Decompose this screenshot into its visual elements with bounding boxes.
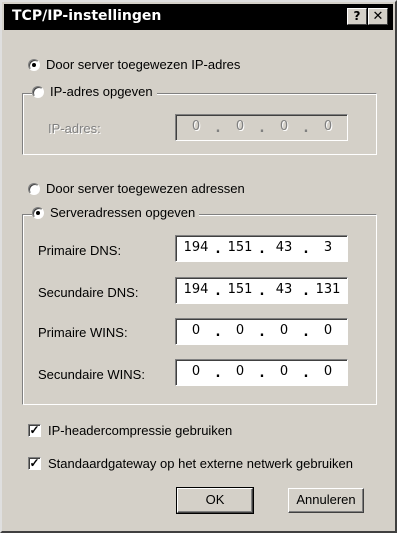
ip-address-label: IP-adres: xyxy=(48,121,101,136)
header-compression-label: IP-headercompressie gebruiken xyxy=(48,423,233,438)
primary-wins-octet-3: 0 xyxy=(279,323,289,338)
secondary-wins-octet-2: 0 xyxy=(235,364,245,379)
primary-dns-octet-3: 43 xyxy=(275,240,293,255)
radio-specify-ip[interactable]: IP-adres opgeven xyxy=(32,84,157,99)
checkmark-icon: ✓ xyxy=(29,423,40,437)
secondary-wins-octet-3: 0 xyxy=(279,364,289,379)
primary-wins-octet-4: 0 xyxy=(323,323,333,338)
secondary-wins-field[interactable]: 0 . 0 . 0 . 0 xyxy=(175,359,348,386)
secondary-dns-octet-4: 131 xyxy=(315,282,341,297)
window-title: TCP/IP-instellingen xyxy=(12,8,162,24)
ip-octet-4: 0 xyxy=(323,119,333,134)
primary-wins-octet-1: 0 xyxy=(191,323,201,338)
secondary-wins-octet-4: 0 xyxy=(323,364,333,379)
default-gateway-checkbox[interactable]: ✓ xyxy=(28,457,41,470)
radio-specify-servers[interactable]: Serveradressen opgeven xyxy=(32,205,200,220)
secondary-dns-label: Secundaire DNS: xyxy=(38,285,139,300)
secondary-wins-label: Secundaire WINS: xyxy=(38,367,145,382)
ip-octet-2: 0 xyxy=(235,119,245,134)
secondary-dns-octet-1: 194 xyxy=(183,282,209,297)
radio-specify-servers-label: Serveradressen opgeven xyxy=(50,205,196,220)
secondary-dns-octet-3: 43 xyxy=(275,282,293,297)
checkmark-icon: ✓ xyxy=(29,456,40,470)
radio-server-assigned-ip[interactable]: Door server toegewezen IP-adres xyxy=(28,57,245,72)
secondary-wins-octet-1: 0 xyxy=(191,364,201,379)
help-icon: ? xyxy=(353,9,361,23)
radio-button-checked[interactable] xyxy=(28,58,40,71)
radio-specify-ip-label: IP-adres opgeven xyxy=(50,84,153,99)
header-compression-checkbox-row[interactable]: ✓ IP-headercompressie gebruiken xyxy=(28,423,237,438)
primary-wins-label: Primaire WINS: xyxy=(38,325,128,340)
close-button[interactable]: ✕ xyxy=(368,8,388,25)
radio-server-assigned-dns-label: Door server toegewezen adressen xyxy=(46,181,245,196)
secondary-dns-field[interactable]: 194 . 151 . 43 . 131 xyxy=(175,277,348,304)
primary-wins-field[interactable]: 0 . 0 . 0 . 0 xyxy=(175,318,348,345)
radio-server-assigned-dns[interactable]: Door server toegewezen adressen xyxy=(28,181,249,196)
primary-wins-octet-2: 0 xyxy=(235,323,245,338)
primary-dns-octet-4: 3 xyxy=(323,240,333,255)
ok-button[interactable]: OK xyxy=(176,487,254,514)
primary-dns-label: Primaire DNS: xyxy=(38,243,122,258)
secondary-dns-octet-2: 151 xyxy=(227,282,253,297)
radio-server-assigned-ip-label: Door server toegewezen IP-adres xyxy=(46,57,241,72)
cancel-button[interactable]: Annuleren xyxy=(288,488,364,513)
default-gateway-checkbox-row[interactable]: ✓ Standaardgateway op het externe netwer… xyxy=(28,456,357,471)
ip-address-field[interactable]: 0 . 0 . 0 . 0 xyxy=(175,114,348,141)
title-bar[interactable]: TCP/IP-instellingen ? ✕ xyxy=(4,4,393,30)
radio-button[interactable] xyxy=(32,85,44,98)
tcpip-settings-dialog: TCP/IP-instellingen ? ✕ Door server toeg… xyxy=(0,0,397,533)
ip-octet-3: 0 xyxy=(279,119,289,134)
help-button[interactable]: ? xyxy=(347,8,367,25)
radio-button[interactable] xyxy=(28,182,40,195)
primary-dns-octet-2: 151 xyxy=(227,240,253,255)
default-gateway-label: Standaardgateway op het externe netwerk … xyxy=(48,456,353,471)
primary-dns-field[interactable]: 194 . 151 . 43 . 3 xyxy=(175,235,348,262)
close-icon: ✕ xyxy=(372,9,384,24)
ip-octet-1: 0 xyxy=(191,119,201,134)
primary-dns-octet-1: 194 xyxy=(183,240,209,255)
header-compression-checkbox[interactable]: ✓ xyxy=(28,424,41,437)
radio-button-checked[interactable] xyxy=(32,206,44,219)
